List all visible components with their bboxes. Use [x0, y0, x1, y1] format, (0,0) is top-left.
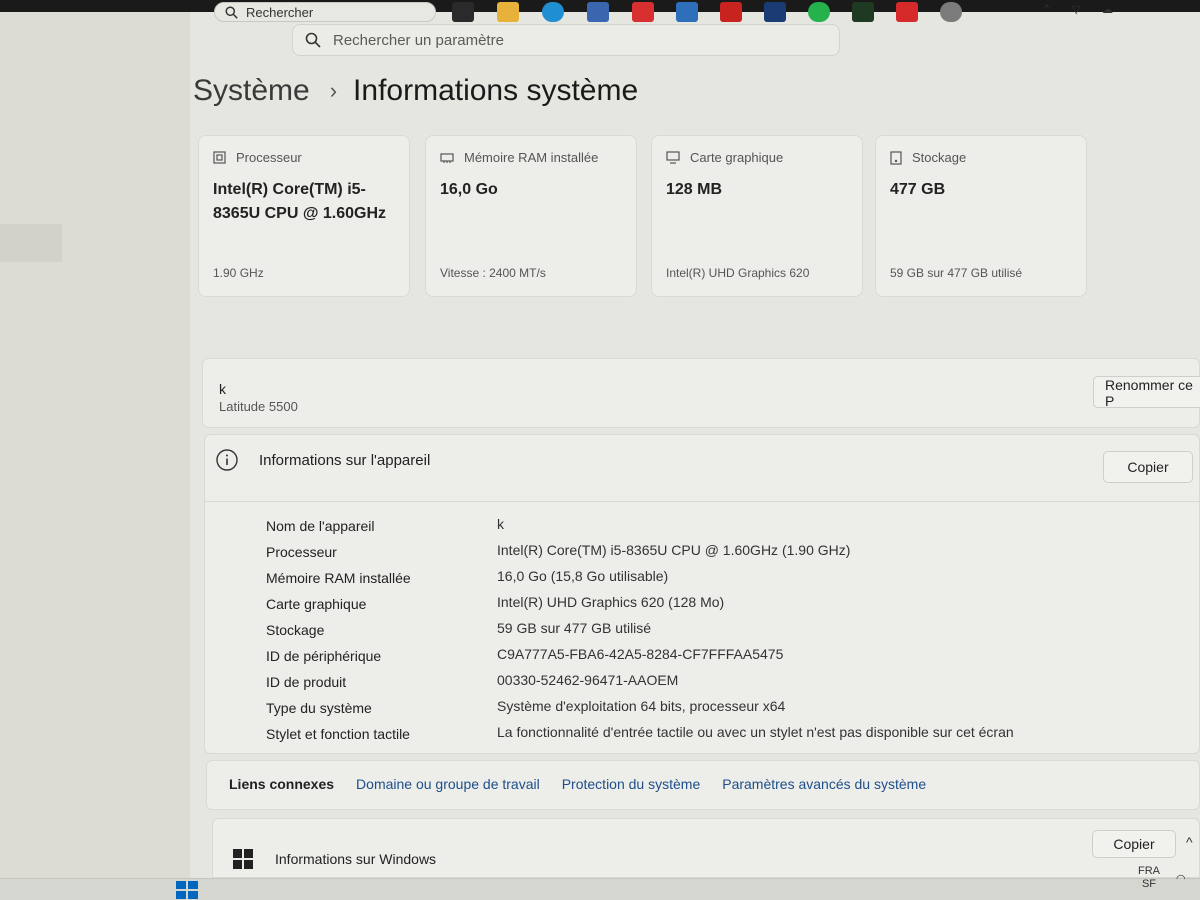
spec-value: Intel(R) UHD Graphics 620 (128 Mo) [497, 594, 725, 610]
spec-key: ID de produit [266, 674, 347, 690]
table-row: Stockage 59 GB sur 477 GB utilisé [266, 618, 1066, 644]
device-name-panel: k Latitude 5500 [202, 358, 1200, 428]
card-memory: Mémoire RAM installée 16,0 Go Vitesse : … [425, 135, 637, 297]
card-processor: Processeur Intel(R) Core(TM) i5-8365U CP… [198, 135, 410, 297]
memory-icon [440, 152, 454, 163]
spec-value: 00330-52462-96471-AAOEM [497, 672, 679, 688]
display-icon [666, 151, 680, 164]
table-row: Type du système Système d'exploitation 6… [266, 696, 1066, 722]
taskbar-search-label: Rechercher [246, 4, 314, 20]
taskbar-search[interactable]: Rechercher [214, 2, 436, 22]
link-advanced-system-settings[interactable]: Paramètres avancés du système [722, 776, 926, 792]
onedrive-icon[interactable]: ☁ [1102, 3, 1113, 16]
search-icon [305, 32, 321, 48]
card-label: Mémoire RAM installée [464, 150, 599, 165]
spec-key: Stockage [266, 622, 325, 638]
chevron-right-icon: › [329, 78, 338, 103]
table-row: Stylet et fonction tactile La fonctionna… [266, 722, 1066, 748]
spec-value: 59 GB sur 477 GB utilisé [497, 620, 652, 636]
youtube-icon[interactable] [632, 2, 654, 22]
copy-device-info-button[interactable]: Copier [1103, 451, 1193, 483]
copy-windows-info-button[interactable]: Copier [1092, 830, 1176, 858]
card-value: 16,0 Go [440, 181, 498, 198]
card-subtext: 1.90 GHz [213, 266, 264, 280]
language-indicator[interactable]: FRA SF [1138, 865, 1160, 891]
spec-key: Nom de l'appareil [266, 518, 375, 534]
spec-key: ID de périphérique [266, 648, 382, 664]
spec-key: Carte graphique [266, 596, 367, 612]
card-storage: Stockage 477 GB 59 GB sur 477 GB utilisé [875, 135, 1087, 297]
card-subtext: Vitesse : 2400 MT/s [440, 266, 546, 280]
tray-app-icon[interactable]: ▽ [1072, 3, 1080, 16]
page-title: Informations système [353, 74, 639, 107]
store-icon[interactable] [587, 2, 609, 22]
card-value: Intel(R) Core(TM) i5-8365U CPU @ 1.60GHz [213, 181, 387, 222]
windows-info-panel[interactable]: Informations sur Windows [212, 818, 1200, 878]
spec-key: Processeur [266, 544, 337, 560]
breadcrumb: Système › Informations système [193, 74, 638, 108]
rename-pc-button[interactable]: Renommer ce P [1093, 376, 1200, 409]
card-label: Carte graphique [690, 150, 784, 165]
device-model: Latitude 5500 [219, 399, 298, 414]
processor-icon [213, 151, 226, 164]
card-value: 128 MB [666, 181, 723, 198]
card-subtext: Intel(R) UHD Graphics 620 [666, 266, 810, 280]
search-icon [225, 5, 238, 19]
srf-icon[interactable] [720, 2, 742, 22]
language-code: FRA [1138, 865, 1160, 877]
nav-selected-indicator[interactable] [0, 224, 62, 262]
storage-icon [890, 150, 902, 165]
wps-office-icon[interactable] [896, 2, 918, 22]
spec-key: Stylet et fonction tactile [266, 726, 410, 742]
edge-icon[interactable] [542, 2, 564, 22]
device-name: k [219, 381, 226, 397]
whatsapp-icon[interactable] [808, 2, 830, 22]
link-domain-workgroup[interactable]: Domaine ou groupe de travail [356, 776, 540, 792]
panel-divider [205, 501, 1200, 502]
card-subtext: 59 GB sur 477 GB utilisé [890, 266, 1023, 280]
task-view-icon[interactable] [452, 2, 474, 22]
chevron-up-icon[interactable]: ^ [1044, 3, 1049, 15]
navigation-pane [0, 12, 190, 878]
table-row: ID de produit 00330-52462-96471-AAOEM [266, 670, 1066, 696]
info-icon [216, 449, 238, 471]
device-info-title: Informations sur l'appareil [259, 451, 431, 469]
app-20min-icon[interactable] [764, 2, 786, 22]
wifi-icon[interactable]: ◠ [1176, 872, 1186, 885]
related-links: Liens connexes Domaine ou groupe de trav… [229, 776, 948, 792]
spec-value: Intel(R) Core(TM) i5-8365U CPU @ 1.60GHz… [497, 542, 851, 558]
spec-value: La fonctionnalité d'entrée tactile ou av… [497, 724, 1014, 740]
card-graphics: Carte graphique 128 MB Intel(R) UHD Grap… [651, 135, 863, 297]
settings-search-box[interactable] [292, 24, 840, 56]
related-links-label: Liens connexes [229, 776, 335, 792]
table-row: Mémoire RAM installée 16,0 Go (15,8 Go u… [266, 566, 1066, 592]
spec-key: Type du système [266, 700, 372, 716]
windows-info-title: Informations sur Windows [275, 851, 437, 867]
spec-key: Mémoire RAM installée [266, 570, 411, 586]
card-label: Processeur [236, 150, 302, 165]
app-icon[interactable] [852, 2, 874, 22]
table-row: Processeur Intel(R) Core(TM) i5-8365U CP… [266, 540, 1066, 566]
table-row: ID de périphérique C9A777A5-FBA6-42A5-82… [266, 644, 1066, 670]
search-input[interactable] [333, 31, 813, 49]
windows-logo-icon [233, 849, 253, 869]
breadcrumb-parent[interactable]: Système [193, 74, 310, 108]
start-icon[interactable] [176, 881, 198, 899]
table-row: Nom de l'appareil k [266, 514, 1066, 540]
keyboard-layout: SF [1141, 878, 1157, 890]
card-label: Stockage [912, 150, 967, 165]
settings-gear-icon[interactable] [940, 2, 962, 22]
file-explorer-icon[interactable] [497, 2, 519, 22]
device-info-header[interactable]: Informations sur l'appareil [215, 448, 430, 472]
app-icon[interactable] [676, 2, 698, 22]
spec-value: Système d'exploitation 64 bits, processe… [497, 698, 786, 714]
chevron-up-icon[interactable]: ^ [1186, 834, 1193, 850]
spec-value: k [497, 516, 504, 532]
spec-value: C9A777A5-FBA6-42A5-8284-CF7FFFAA5475 [497, 646, 784, 662]
table-row: Carte graphique Intel(R) UHD Graphics 62… [266, 592, 1066, 618]
card-value: 477 GB [890, 181, 946, 198]
link-system-protection[interactable]: Protection du système [562, 776, 701, 792]
spec-value: 16,0 Go (15,8 Go utilisable) [497, 568, 669, 584]
